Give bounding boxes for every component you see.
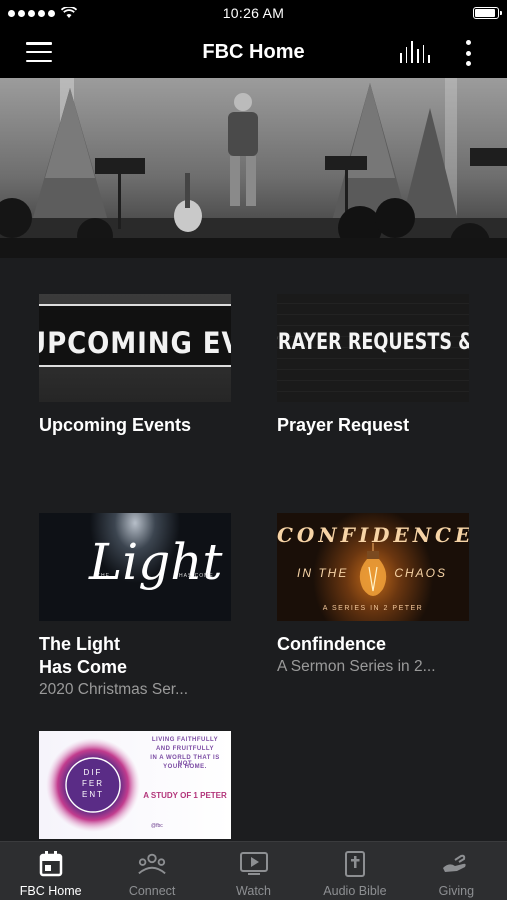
- different-thumb-line: YOUR HOME.: [163, 764, 207, 770]
- tile-different[interactable]: DIF FER ENT LIVING FAITHFULLY AND FRUITF…: [39, 731, 231, 839]
- signal-icon: [8, 9, 55, 17]
- tile-upcoming-events[interactable]: UPCOMING EVENTS Upcoming Events: [39, 294, 231, 437]
- tab-label: Watch: [236, 884, 271, 898]
- group-icon: [137, 850, 167, 878]
- tile-prayer-request[interactable]: PRAYER REQUESTS & TESTIMONIES Prayer Req…: [277, 294, 469, 437]
- tab-audio-bible[interactable]: Audio Bible: [304, 842, 405, 900]
- confidence-thumb-inthe: IN THE: [297, 566, 349, 580]
- confidence-thumb-title: CONFIDENCE: [277, 523, 469, 547]
- tab-bar: FBC Home Connect Watch Audio Bible Givin…: [0, 841, 507, 900]
- prayer-request-thumbnail[interactable]: PRAYER REQUESTS & TESTIMONIES: [277, 294, 469, 402]
- tile-the-light-has-come[interactable]: THE Light HAS COME The Light Has Come 20…: [39, 513, 231, 701]
- different-thumbnail[interactable]: DIF FER ENT LIVING FAITHFULLY AND FRUITF…: [39, 731, 231, 839]
- different-thumb-line: AND FRUITFULLY: [155, 746, 215, 752]
- status-bar: 10:26 AM: [0, 0, 507, 26]
- battery-icon: [473, 7, 502, 19]
- tile-subtitle: A Sermon Series in 2...: [277, 658, 436, 675]
- confidence-thumb-series: A SERIES IN 2 PETER: [322, 605, 424, 612]
- menu-icon[interactable]: [26, 42, 52, 62]
- bible-icon: [340, 850, 370, 878]
- prayer-thumb-text: PRAYER REQUESTS & TESTIMONIES: [277, 330, 469, 355]
- tab-label: Audio Bible: [323, 884, 387, 898]
- calendar-icon: [36, 850, 66, 878]
- nav-bar: FBC Home: [0, 26, 507, 78]
- light-thumb-script: Light: [89, 533, 223, 591]
- confidence-thumb-chaos: CHAOS: [394, 566, 447, 580]
- lightbulb-icon: [359, 543, 387, 596]
- tile-title[interactable]: Upcoming Events: [39, 414, 231, 437]
- tile-title[interactable]: Prayer Request: [277, 414, 469, 437]
- different-thumb-line: LIVING FAITHFULLY: [151, 737, 219, 743]
- tab-label: FBC Home: [19, 884, 82, 898]
- tile-subtitle: 2020 Christmas Ser...: [39, 681, 189, 698]
- hero-image: [0, 78, 507, 258]
- tile-confidence[interactable]: CONFIDENCE IN THE CHAOS A SERIES IN 2 PE…: [277, 513, 469, 678]
- light-has-come-thumbnail[interactable]: THE Light HAS COME: [39, 513, 231, 621]
- audio-bars-icon[interactable]: [400, 41, 431, 63]
- more-options-icon[interactable]: [464, 40, 472, 66]
- confidence-thumbnail[interactable]: CONFIDENCE IN THE CHAOS A SERIES IN 2 PE…: [277, 513, 469, 621]
- light-thumb-small-hascome: HAS COME: [179, 573, 214, 579]
- play-screen-icon: [239, 850, 269, 878]
- tab-label: Connect: [128, 884, 176, 898]
- giving-hand-icon: [441, 850, 471, 878]
- tile-title-line1: The Light: [39, 634, 120, 654]
- tab-label: Giving: [438, 884, 475, 898]
- tile-title[interactable]: Confindence: [277, 633, 469, 656]
- different-thumb-word: DIF FER ENT: [82, 768, 104, 799]
- tab-giving[interactable]: Giving: [406, 842, 507, 900]
- tile-title[interactable]: The Light Has Come: [39, 633, 231, 679]
- tab-connect[interactable]: Connect: [101, 842, 202, 900]
- wifi-icon: [61, 7, 77, 18]
- page-title: FBC Home: [202, 40, 305, 63]
- upcoming-events-thumb-text: UPCOMING EVENTS: [39, 326, 231, 360]
- upcoming-events-thumbnail[interactable]: UPCOMING EVENTS: [39, 294, 231, 402]
- tile-title-line2: Has Come: [39, 657, 128, 677]
- different-thumb-handle: @fbc: [151, 823, 163, 829]
- different-thumb-study: A STUDY OF 1 PETER: [143, 791, 227, 800]
- tab-watch[interactable]: Watch: [203, 842, 304, 900]
- tab-fbc-home[interactable]: FBC Home: [0, 842, 101, 900]
